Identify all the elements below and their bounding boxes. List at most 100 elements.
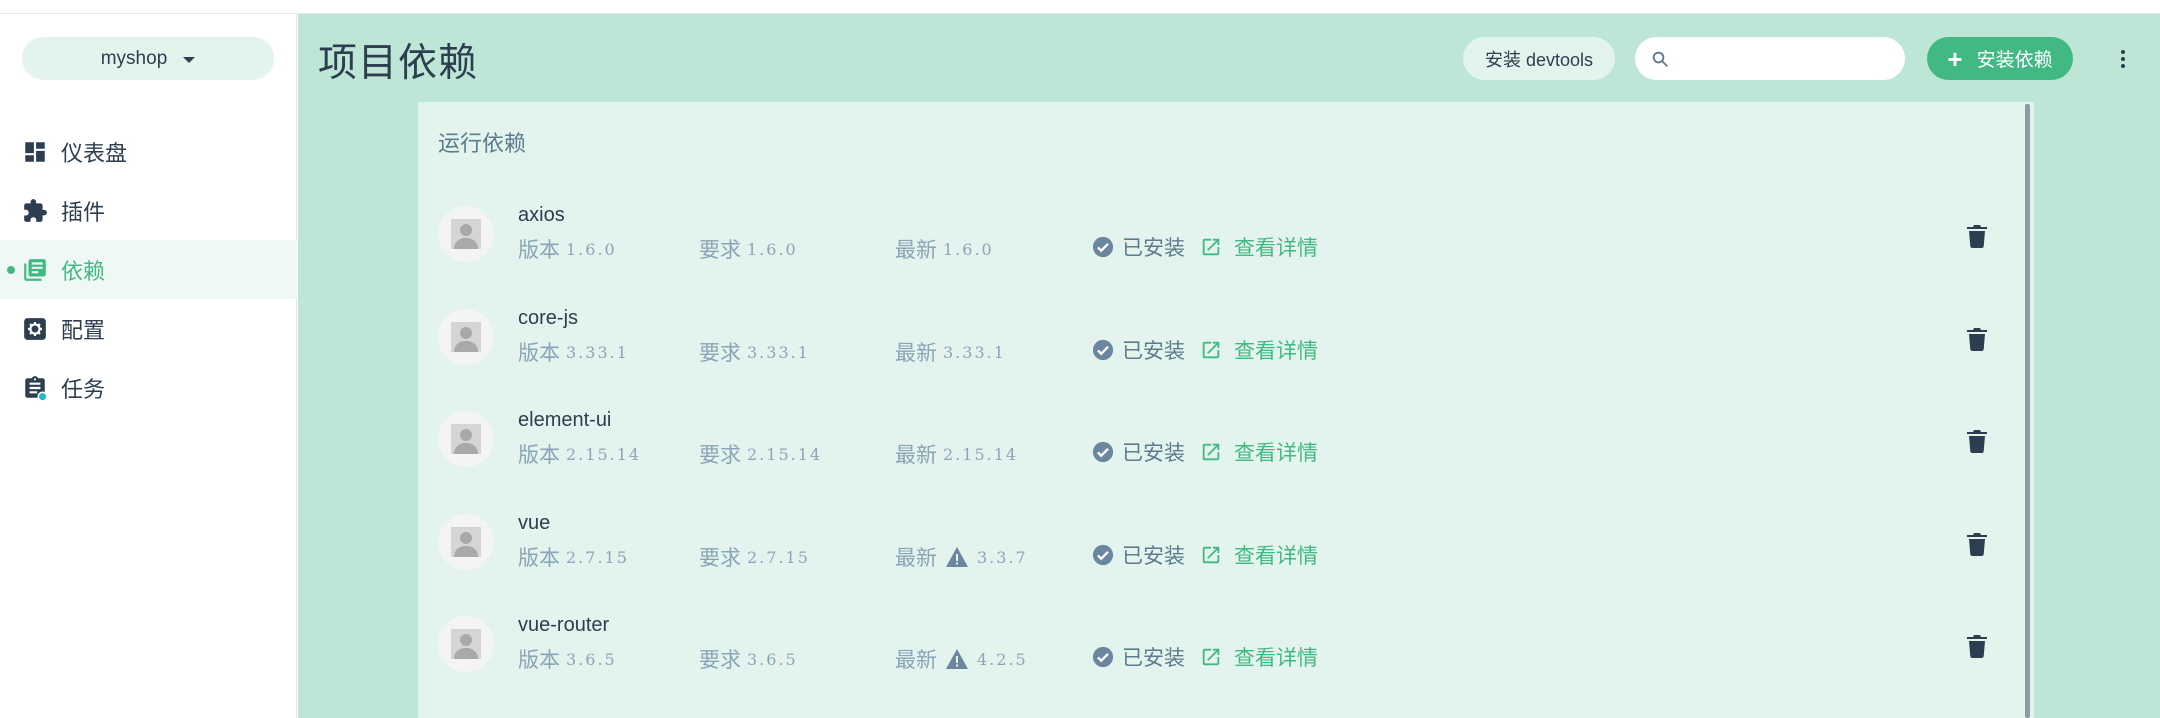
- more-dot: [2121, 50, 2125, 54]
- wanted-label: 要求: [699, 443, 741, 467]
- version-value: 2.7.15: [566, 547, 629, 567]
- list-item: vue 版本 2.7.15 要求 2.7.15 最新 3.3.7 已安装 查看详…: [418, 500, 2018, 602]
- view-details-label: 查看详情: [1234, 646, 1318, 670]
- warning-icon: [946, 649, 968, 669]
- trash-icon[interactable]: [1967, 429, 1987, 453]
- check-circle-icon: [1092, 236, 1114, 258]
- wanted-value: 3.6.5: [747, 649, 798, 669]
- wanted-value: 1.6.0: [747, 239, 798, 259]
- sidebar-item-label: 任务: [61, 377, 106, 403]
- install-dependency-button[interactable]: + 安装依赖: [1927, 37, 2073, 80]
- more-options-button[interactable]: [2113, 46, 2133, 72]
- sidebar-item-dependencies[interactable]: 依赖: [0, 240, 297, 299]
- settings-icon: [24, 318, 46, 340]
- installed-label: 已安装: [1122, 544, 1185, 568]
- latest-version: 最新 3.33.1: [895, 337, 1006, 367]
- version-value: 3.6.5: [566, 649, 617, 669]
- latest-version: 最新 3.3.7: [895, 542, 1028, 572]
- external-link-icon: [1202, 443, 1220, 461]
- list-item: axios 版本 1.6.0 要求 1.6.0 最新 1.6.0 已安装 查看详…: [418, 192, 2018, 294]
- trash-icon[interactable]: [1967, 634, 1987, 658]
- wanted-version: 要求 2.7.15: [699, 542, 810, 572]
- install-devtools-button[interactable]: 安装 devtools: [1463, 37, 1615, 80]
- installed-version: 版本 3.33.1: [518, 337, 629, 367]
- sidebar-item-label: 插件: [61, 200, 106, 226]
- package-avatar: [438, 616, 494, 672]
- package-avatar: [438, 309, 494, 365]
- view-details-link[interactable]: 查看详情: [1200, 232, 1318, 262]
- panel-scrollbar[interactable]: [2025, 104, 2030, 718]
- sidebar-item-tasks[interactable]: 任务: [0, 358, 297, 417]
- puzzle-icon: [24, 199, 47, 222]
- trash-icon[interactable]: [1967, 532, 1987, 556]
- sidebar-item-plugins[interactable]: 插件: [0, 181, 297, 240]
- sidebar-nav: 仪表盘 插件 依赖 配置 任务: [0, 122, 297, 417]
- external-link-icon: [1202, 238, 1220, 256]
- trash-icon[interactable]: [1967, 224, 1987, 248]
- main-content: 项目依赖 安装 devtools + 安装依赖 运行依赖 axios 版本 1.…: [298, 14, 2160, 718]
- wanted-value: 2.7.15: [747, 547, 810, 567]
- package-avatar: [438, 514, 494, 570]
- list-item: element-ui 版本 2.15.14 要求 2.15.14 最新 2.15…: [418, 397, 2018, 499]
- package-name: vue-router: [518, 614, 610, 636]
- package-name: element-ui: [518, 409, 612, 431]
- installed-label: 已安装: [1122, 646, 1185, 670]
- latest-version: 最新 2.15.14: [895, 439, 1018, 469]
- latest-version: 最新 1.6.0: [895, 234, 994, 264]
- sidebar-item-config[interactable]: 配置: [0, 299, 297, 358]
- installed-label: 已安装: [1122, 441, 1185, 465]
- view-details-link[interactable]: 查看详情: [1200, 642, 1318, 672]
- installed-status: 已安装: [1092, 540, 1185, 570]
- project-name: myshop: [100, 47, 168, 69]
- package-placeholder-icon: [451, 322, 481, 352]
- dashboard-icon: [25, 142, 45, 162]
- clipboard-icon: [25, 376, 48, 401]
- sidebar-item-label: 配置: [61, 318, 106, 344]
- installed-label: 已安装: [1122, 339, 1185, 363]
- sidebar-item-label: 仪表盘: [61, 141, 128, 167]
- warning-icon: [946, 547, 968, 567]
- install-dependency-label: 安装依赖: [1976, 50, 2053, 71]
- wanted-value: 3.33.1: [747, 342, 810, 362]
- version-value: 2.15.14: [566, 444, 642, 464]
- latest-label: 最新: [895, 443, 937, 467]
- trash-icon[interactable]: [1967, 327, 1987, 351]
- view-details-label: 查看详情: [1234, 544, 1318, 568]
- latest-value: 2.15.14: [943, 444, 1019, 464]
- project-selector[interactable]: myshop: [22, 37, 274, 80]
- list-item: vue-router 版本 3.6.5 要求 3.6.5 最新 4.2.5 已安…: [418, 602, 2018, 704]
- window-top-strip: [0, 0, 2160, 14]
- package-placeholder-icon: [451, 424, 481, 454]
- package-name: core-js: [518, 307, 579, 329]
- search-input[interactable]: [1679, 48, 1889, 69]
- wanted-version: 要求 3.6.5: [699, 644, 798, 674]
- version-label: 版本: [518, 648, 560, 672]
- wanted-label: 要求: [699, 238, 741, 262]
- package-placeholder-icon: [451, 219, 481, 249]
- plus-icon: +: [1947, 43, 1963, 74]
- version-label: 版本: [518, 341, 560, 365]
- package-avatar: [438, 411, 494, 467]
- view-details-label: 查看详情: [1234, 236, 1318, 260]
- latest-label: 最新: [895, 341, 937, 365]
- wanted-value: 2.15.14: [747, 444, 823, 464]
- wanted-label: 要求: [699, 546, 741, 570]
- more-dot: [2121, 64, 2125, 68]
- installed-version: 版本 2.15.14: [518, 439, 641, 469]
- view-details-link[interactable]: 查看详情: [1200, 437, 1318, 467]
- latest-value: 4.2.5: [977, 649, 1028, 669]
- view-details-link[interactable]: 查看详情: [1200, 335, 1318, 365]
- view-details-link[interactable]: 查看详情: [1200, 540, 1318, 570]
- search-box[interactable]: [1635, 37, 1905, 80]
- check-circle-icon: [1092, 441, 1114, 463]
- wanted-label: 要求: [699, 341, 741, 365]
- version-value: 1.6.0: [566, 239, 617, 259]
- wanted-version: 要求 2.15.14: [699, 439, 822, 469]
- latest-label: 最新: [895, 648, 937, 672]
- sidebar-item-label: 依赖: [61, 259, 106, 285]
- version-label: 版本: [518, 238, 560, 262]
- latest-label: 最新: [895, 238, 937, 262]
- installed-version: 版本 2.7.15: [518, 542, 629, 572]
- sidebar-item-dashboard[interactable]: 仪表盘: [0, 122, 297, 181]
- list-item: core-js 版本 3.33.1 要求 3.33.1 最新 3.33.1 已安…: [418, 295, 2018, 397]
